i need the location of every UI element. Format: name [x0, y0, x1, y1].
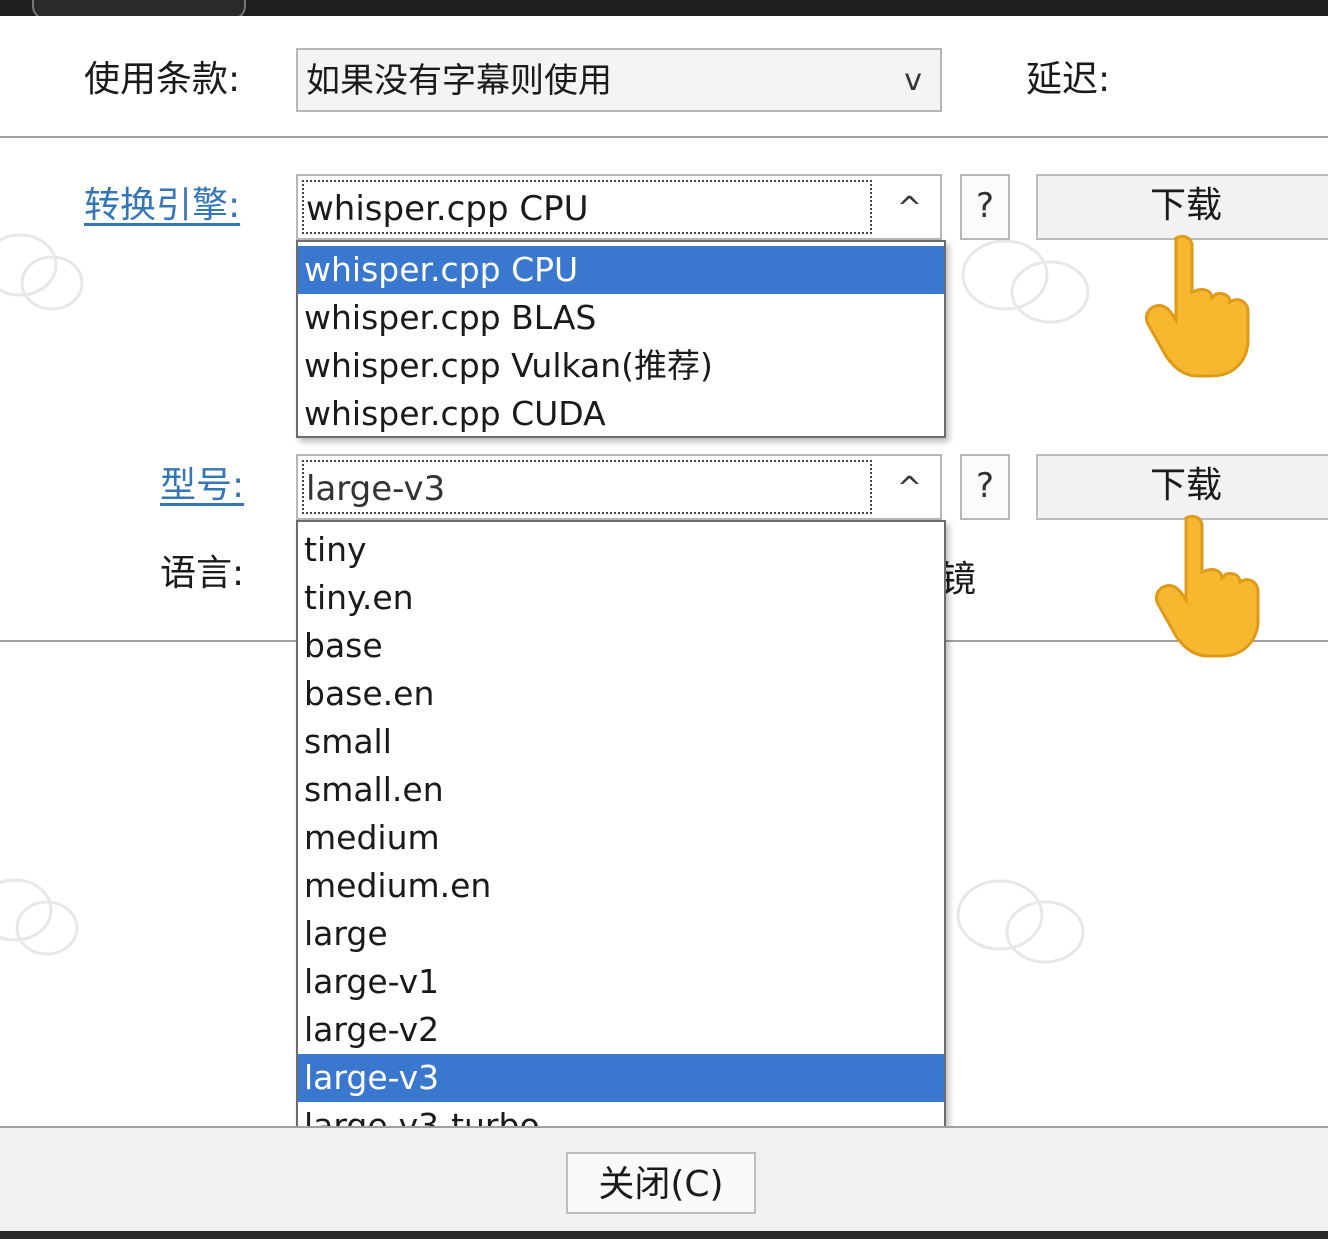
model-select-value: large-v3 — [306, 469, 446, 509]
model-option[interactable]: large — [298, 910, 944, 958]
model-option[interactable]: tiny — [298, 526, 944, 574]
model-option[interactable]: small — [298, 718, 944, 766]
engine-help-button[interactable]: ? — [960, 174, 1010, 240]
engine-option[interactable]: whisper.cpp Vulkan(推荐) — [298, 342, 944, 390]
terms-select-value: 如果没有字幕则使用 — [306, 61, 612, 101]
model-dropdown-list[interactable]: tiny tiny.en base base.en small small.en… — [296, 520, 946, 1150]
chat-watermark-icon — [0, 878, 79, 956]
chevron-down-icon: v — [904, 63, 922, 98]
engine-download-button[interactable]: 下载 — [1036, 174, 1328, 240]
window-bottom-edge — [0, 1231, 1328, 1239]
model-option[interactable]: small.en — [298, 766, 944, 814]
model-option[interactable]: tiny.en — [298, 574, 944, 622]
model-option[interactable]: medium — [298, 814, 944, 862]
model-download-button[interactable]: 下载 — [1036, 454, 1328, 520]
model-label[interactable]: 型号: — [160, 464, 244, 508]
model-option[interactable]: base.en — [298, 670, 944, 718]
pointing-hand-icon — [1154, 514, 1260, 658]
language-label: 语言: — [160, 553, 245, 594]
chevron-up-icon: ^ — [896, 471, 922, 506]
chevron-up-icon: ^ — [896, 191, 922, 226]
model-option[interactable]: large-v1 — [298, 958, 944, 1006]
model-select[interactable]: large-v3 ^ — [296, 454, 942, 520]
engine-label[interactable]: 转换引擎: — [84, 184, 240, 228]
chat-watermark-icon — [0, 233, 84, 311]
engine-option[interactable]: whisper.cpp CPU — [298, 246, 944, 294]
pointing-hand-icon — [1144, 234, 1250, 378]
chat-watermark-icon — [961, 239, 1090, 324]
section-divider — [0, 136, 1328, 138]
delay-label: 延迟: — [1026, 59, 1111, 100]
close-button[interactable]: 关闭(C) — [566, 1152, 756, 1214]
model-option[interactable]: base — [298, 622, 944, 670]
model-option[interactable]: medium.en — [298, 862, 944, 910]
model-option[interactable]: large-v3 — [298, 1054, 944, 1102]
engine-dropdown-list[interactable]: whisper.cpp CPU whisper.cpp BLAS whisper… — [296, 240, 946, 438]
engine-select[interactable]: whisper.cpp CPU ^ — [296, 174, 942, 240]
chat-watermark-icon — [956, 879, 1085, 964]
engine-select-value: whisper.cpp CPU — [306, 189, 589, 229]
engine-option[interactable]: whisper.cpp CUDA — [298, 390, 944, 438]
footer-divider — [0, 1126, 1328, 1128]
terms-select[interactable]: 如果没有字幕则使用 v — [296, 48, 942, 112]
model-option[interactable]: large-v2 — [298, 1006, 944, 1054]
engine-option[interactable]: whisper.cpp BLAS — [298, 294, 944, 342]
terms-label: 使用条款: — [84, 59, 241, 100]
model-help-button[interactable]: ? — [960, 454, 1010, 520]
